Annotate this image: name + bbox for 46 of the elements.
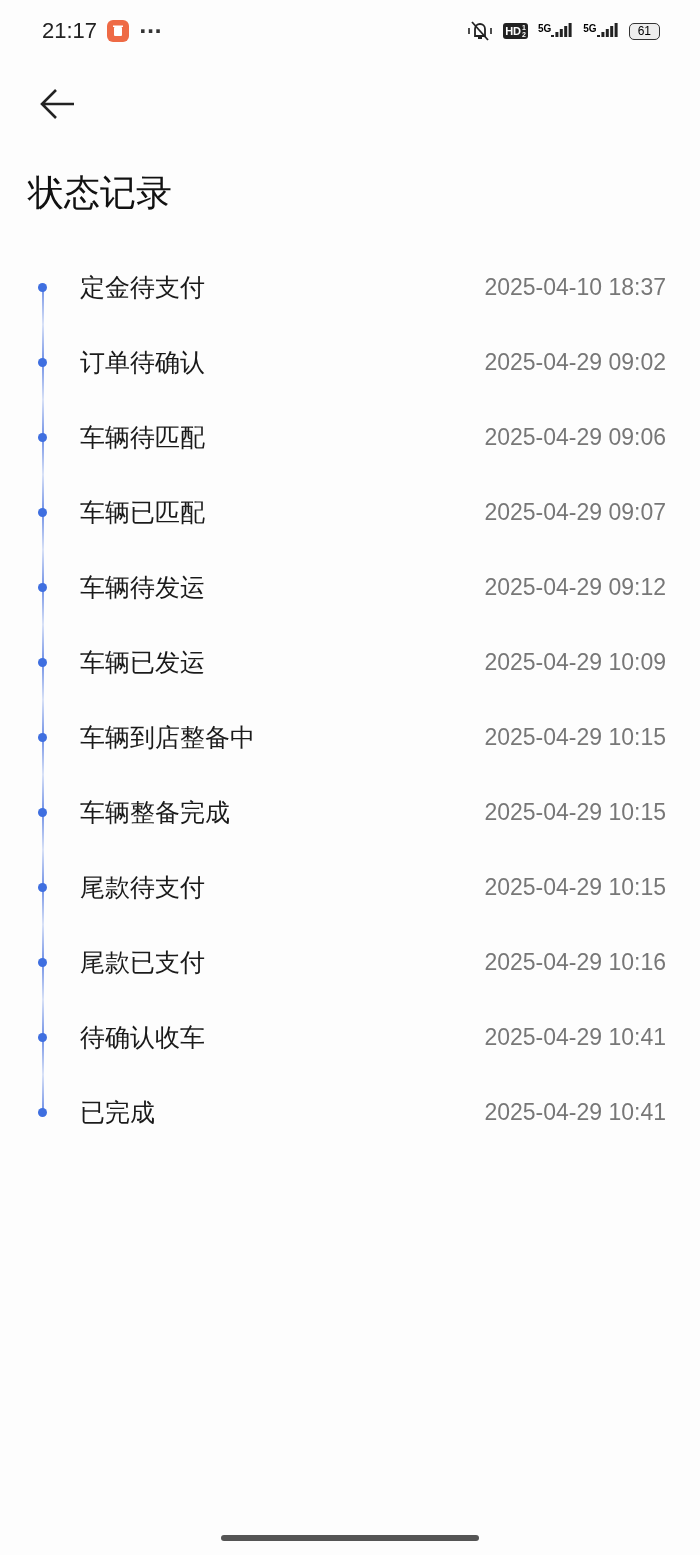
status-label: 车辆待匹配	[80, 422, 206, 454]
page-title: 状态记录	[28, 171, 173, 215]
timeline-dot	[38, 958, 47, 967]
status-date-time: 2025-04-29 10:16	[484, 949, 666, 976]
status-date-time: 2025-04-29 09:02	[484, 349, 666, 376]
status-date-time: 2025-04-29 09:07	[484, 499, 666, 526]
status-label: 车辆到店整备中	[80, 722, 256, 754]
status-label: 车辆整备完成	[80, 797, 231, 829]
status-label: 车辆待发运	[80, 572, 206, 604]
status-label: 尾款已支付	[80, 947, 206, 979]
status-date-time: 2025-04-29 09:12	[484, 574, 666, 601]
status-label: 尾款待支付	[80, 872, 206, 904]
status-label: 订单待确认	[80, 347, 206, 379]
timeline-dot	[38, 808, 47, 817]
status-date-time: 2025-04-10 18:37	[484, 274, 666, 301]
status-date-time: 2025-04-29 10:15	[484, 799, 666, 826]
status-label: 待确认收车	[80, 1022, 206, 1054]
network-label: 5G	[583, 23, 597, 34]
status-date-time: 2025-04-29 10:15	[484, 724, 666, 751]
battery-indicator: 61	[628, 22, 660, 40]
signal-icon	[596, 23, 619, 39]
timeline-dot	[38, 1033, 47, 1042]
timeline-dot	[38, 658, 47, 667]
status-date-time: 2025-04-29 10:15	[484, 874, 666, 901]
app-notification-icon	[107, 20, 130, 42]
status-date-time: 2025-04-29 10:41	[484, 1024, 666, 1051]
status-time: 21:17	[42, 18, 98, 44]
timeline-dot	[38, 1108, 47, 1117]
status-label: 车辆已匹配	[80, 497, 206, 529]
timeline-dot	[38, 883, 47, 892]
timeline-dot	[38, 733, 47, 742]
signal-icon	[551, 23, 574, 39]
timeline-dot	[38, 508, 47, 517]
timeline-dot	[38, 583, 47, 592]
status-date-time: 2025-04-29 10:41	[484, 1099, 666, 1126]
status-date-time: 2025-04-29 09:06	[484, 424, 666, 451]
status-label: 车辆已发运	[80, 647, 206, 679]
status-label: 已完成	[80, 1097, 156, 1129]
status-date-time: 2025-04-29 10:09	[484, 649, 666, 676]
status-label: 定金待支付	[80, 272, 206, 304]
timeline-dot	[38, 433, 47, 442]
timeline-dot	[38, 358, 47, 367]
more-notifications: ···	[139, 19, 162, 43]
network-label: 5G	[537, 23, 552, 34]
timeline-dot	[38, 283, 47, 292]
mute-icon	[467, 19, 494, 43]
